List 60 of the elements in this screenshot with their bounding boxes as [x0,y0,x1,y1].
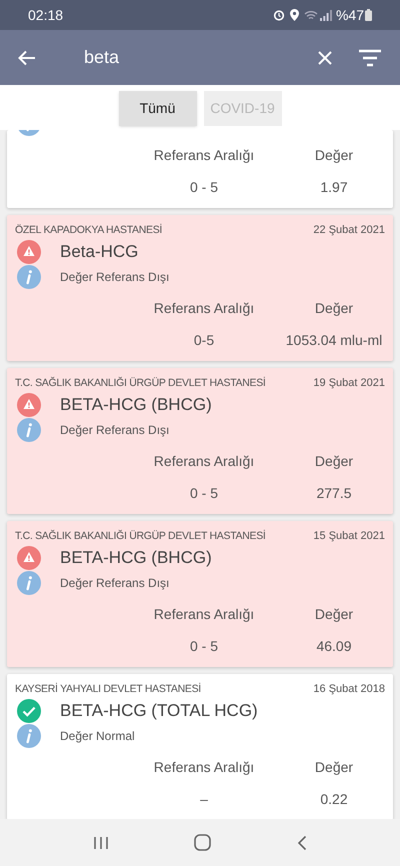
status-text: Değer Referans Dışı [60,269,170,286]
check-icon [17,699,41,723]
status-text: Değer Referans Dışı [60,422,170,439]
result-card[interactable]: ÖZEL KAPADOKYA HASTANESİ 22 Şubat 2021 Beta-HCG Değer Referans Dışı Referans Aralığı Değer 0-5 1053.04 mlu-ml [7,215,393,361]
result-card[interactable]: Referans Aralığı Değer 0 - 5 1.97 [7,130,393,208]
column-label: Referans Aralığı [152,298,256,318]
column-label: Değer [314,452,354,471]
warning-icon [17,546,41,570]
back-arrow-icon[interactable] [18,50,36,66]
test-name: BETA-HCG (BHCG) [60,394,212,416]
hospital-name: ÖZEL KAPADOKYA HASTANESİ [15,222,162,238]
test-name: BETA-HCG (TOTAL HCG) [60,700,258,722]
column-label: Değer [314,758,354,777]
battery-icon [365,9,372,21]
signal-icon [320,10,332,20]
result-card[interactable]: T.C. SAĞLIK BAKANLIĞI ÜRGÜP DEVLET HASTANESİ 19 Şubat 2021 BETA-HCG (BHCG) Değer Referans Dışı Referans Aralığı Değer 0 - 5 277.5 [7,368,393,514]
search-field[interactable]: beta [84,44,120,71]
column-label: Referans Aralığı [152,604,256,624]
result-date: 22 Şubat 2021 [313,223,385,238]
column-label: Değer [314,604,354,624]
status-time: 02:18 [28,6,64,24]
warning-icon [17,393,41,417]
result-value: 1.97 [319,178,349,196]
result-card[interactable]: T.C. SAĞLIK BAKANLIĞI ÜRGÜP DEVLET HASTANESİ 15 Şubat 2021 BETA-HCG (BHCG) Değer Referans Dışı Referans Aralığı Değer 0 - 5 46.09 [7,521,393,667]
reference-range: 0-5 [192,330,216,350]
column-label: Referans Aralığı [152,146,256,165]
column-label: Referans Aralığı [152,758,256,777]
test-name: Beta-HCG [60,241,138,264]
hospital-name: T.C. SAĞLIK BAKANLIĞI ÜRGÜP DEVLET HASTANESİ [15,376,266,391]
result-value: 46.09 [315,636,353,656]
location-icon [290,9,299,21]
filter-tab[interactable]: Tümü [118,91,196,126]
reference-range: – [199,790,209,808]
reference-range: 0 - 5 [188,484,219,502]
alarm-icon [272,9,285,21]
result-date: 15 Şubat 2021 [313,529,385,544]
result-date: 16 Şubat 2018 [313,682,385,698]
result-date: 19 Şubat 2021 [313,376,385,392]
home-icon[interactable] [194,834,212,851]
column-label: Referans Aralığı [152,452,256,471]
status-text: Değer Normal [60,728,135,745]
column-label: Değer [314,298,354,318]
wifi-icon [304,10,318,20]
result-card[interactable]: KAYSERİ YAHYALI DEVLET HASTANESİ 16 Şubat 2018 BETA-HCG (TOTAL HCG) Değer Normal Referans Aralığı Değer – 0.22 [7,674,393,819]
battery-level: %47 [336,6,364,24]
recent-apps-icon[interactable] [92,836,109,850]
reference-range: 0 - 5 [188,636,219,656]
warning-icon [17,240,41,264]
back-icon[interactable] [297,834,308,850]
filter-icon[interactable] [358,48,382,66]
test-name: BETA-HCG (BHCG) [60,547,212,570]
hospital-name: KAYSERİ YAHYALI DEVLET HASTANESİ [15,682,201,697]
result-value: 0.22 [319,790,349,808]
clear-icon[interactable] [318,50,332,64]
hospital-name: T.C. SAĞLIK BAKANLIĞI ÜRGÜP DEVLET HASTANESİ [15,528,266,544]
status-text: Değer Referans Dışı [60,575,170,592]
column-label: Değer [314,146,354,165]
reference-range: 0 - 5 [188,178,219,196]
result-value: 277.5 [315,484,353,502]
result-value: 1053.04 mlu-ml [284,330,384,350]
